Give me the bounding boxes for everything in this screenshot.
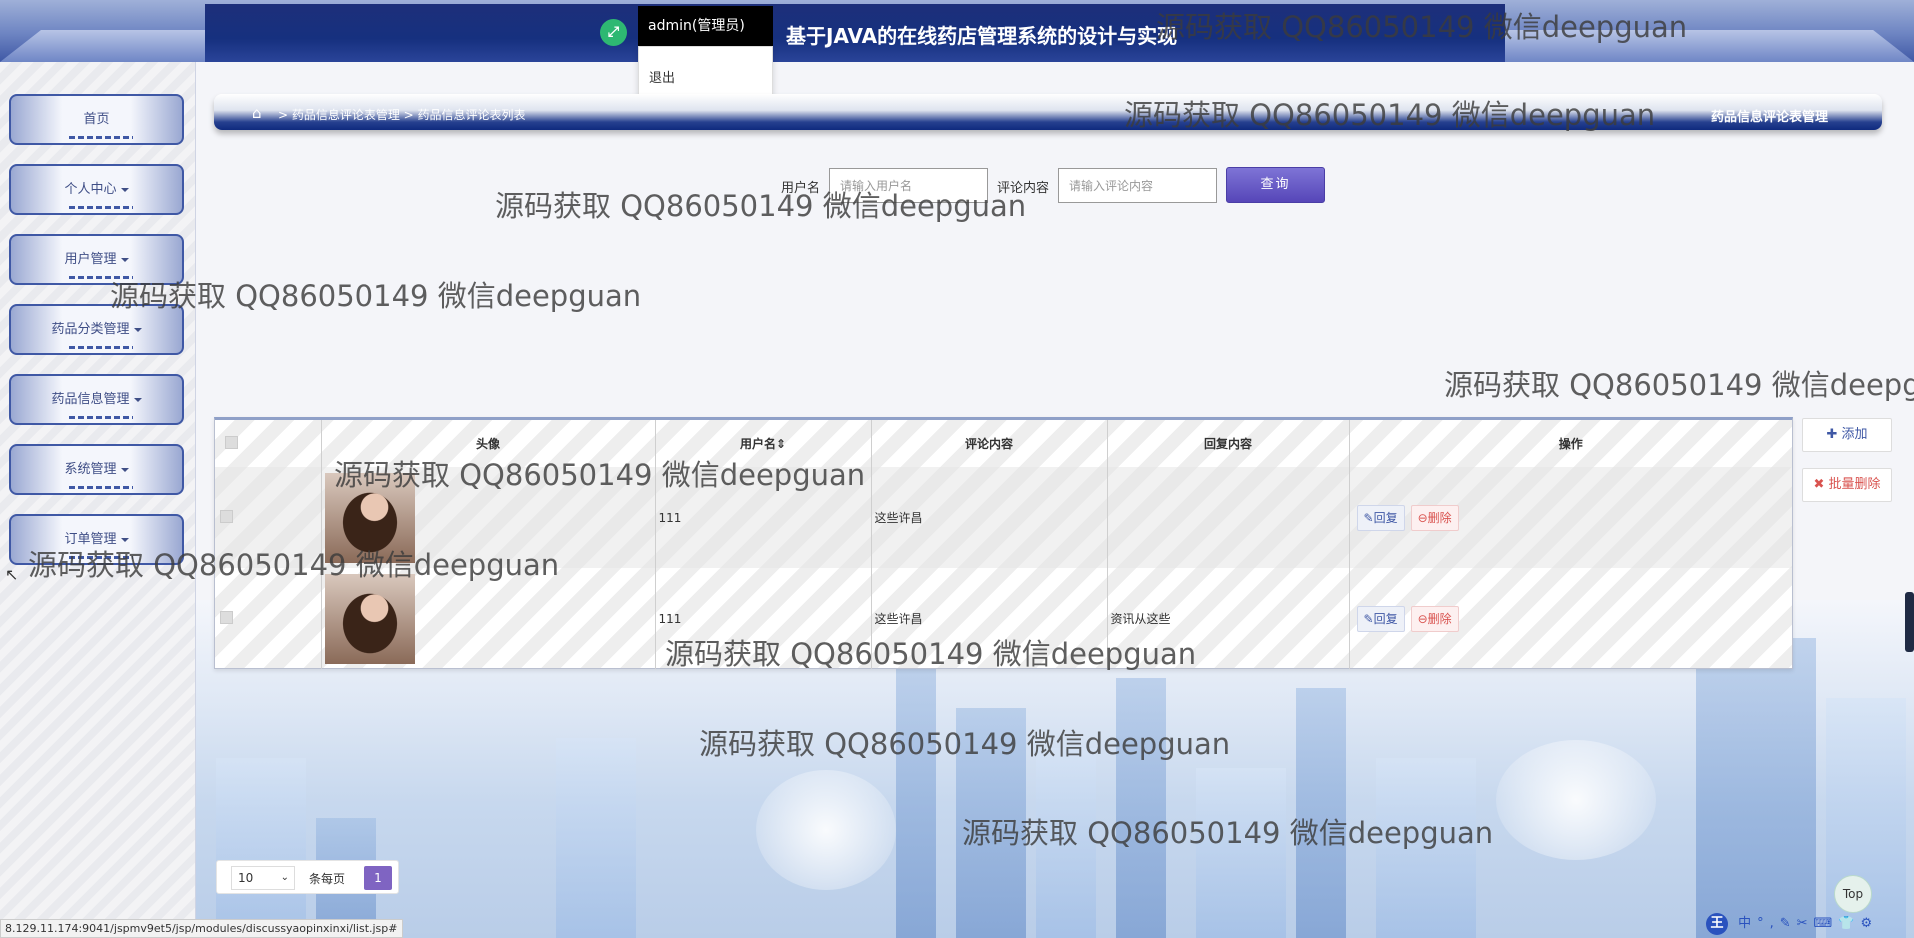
watermark: 源码获取 QQ86050149 微信deepg <box>1444 368 1914 402</box>
reply-cell <box>1107 467 1350 568</box>
column-header-reply: 回复内容 <box>1107 420 1350 467</box>
column-header-username[interactable]: 用户名⇕ <box>655 420 872 467</box>
sidebar-item-label: 用户管理 <box>64 252 117 267</box>
site-title: 基于JAVA的在线药店管理系统的设计与实现 <box>786 24 1178 48</box>
comment-table: 头像 用户名⇕ 评论内容 回复内容 操作 111 这些许昌 ✎回复 ⊖删除 11… <box>214 417 1793 669</box>
sidebar: 首页 个人中心 用户管理 药品分类管理 药品信息管理 系统管理 订单管理 <box>0 62 196 922</box>
table-row: 111 这些许昌 资讯从这些 ✎回复 ⊖删除 <box>215 568 1792 669</box>
minus-circle-icon: ⊖ <box>1417 611 1428 626</box>
sidebar-item-drug-info[interactable]: 药品信息管理 <box>9 374 184 425</box>
reply-button-label: 回复 <box>1373 611 1398 626</box>
per-page-label: 条每页 <box>309 872 346 886</box>
comment-search-input[interactable] <box>1058 168 1217 203</box>
delete-button[interactable]: ⊖删除 <box>1410 605 1459 632</box>
edit-icon: ✎ <box>1363 510 1374 525</box>
sidebar-item-profile[interactable]: 个人中心 <box>9 164 184 215</box>
sidebar-item-label: 系统管理 <box>64 462 117 477</box>
breadcrumb-path: > 药品信息评论表管理 > 药品信息评论表列表 <box>278 108 526 122</box>
sidebar-item-label: 药品分类管理 <box>51 322 130 337</box>
avatar <box>324 573 415 664</box>
sidebar-item-system[interactable]: 系统管理 <box>9 444 184 495</box>
avatar-cell <box>321 467 656 568</box>
page-size-value: 10 <box>238 871 254 885</box>
column-header-comment: 评论内容 <box>871 420 1108 467</box>
caret-down-icon <box>120 467 129 472</box>
sort-icon[interactable]: ⇕ <box>776 437 786 451</box>
username-label: 用户名 <box>781 181 821 196</box>
minus-circle-icon: ⊖ <box>1417 510 1428 525</box>
reply-button[interactable]: ✎回复 <box>1356 504 1405 531</box>
sidebar-item-users[interactable]: 用户管理 <box>9 234 184 285</box>
delete-button-label: 删除 <box>1427 611 1452 626</box>
row-checkbox-cell <box>215 568 322 669</box>
mouse-cursor-icon: ↖ <box>5 565 19 584</box>
table-row: 111 这些许昌 ✎回复 ⊖删除 <box>215 467 1792 568</box>
status-bar-url: 8.129.11.174:9041/jspmv9et5/jsp/modules/… <box>0 919 403 938</box>
page-size-select[interactable]: 10 ⌄ <box>231 866 295 890</box>
sidebar-item-label: 订单管理 <box>64 532 117 547</box>
caret-down-icon <box>133 327 142 332</box>
sidebar-item-home[interactable]: 首页 <box>9 94 184 145</box>
pagination: 10 ⌄ 条每页 1 <box>216 860 399 894</box>
query-button[interactable]: 查询 <box>1226 167 1325 203</box>
caret-down-icon <box>133 397 142 402</box>
sidebar-item-drug-category[interactable]: 药品分类管理 <box>9 304 184 355</box>
sidebar-item-orders[interactable]: 订单管理 <box>9 514 184 565</box>
chevron-down-icon: ⌄ <box>280 872 289 883</box>
caret-down-icon <box>120 537 129 542</box>
scrollbar-handle[interactable] <box>1905 592 1914 652</box>
add-button[interactable]: ✚ 添加 <box>1802 418 1892 452</box>
select-all-cell <box>215 420 322 467</box>
edit-icon: ✎ <box>1363 611 1374 626</box>
comment-cell: 这些许昌 <box>871 568 1108 669</box>
plus-icon: ✚ <box>1826 427 1842 442</box>
reply-button[interactable]: ✎回复 <box>1356 605 1405 632</box>
add-button-label: 添加 <box>1841 427 1868 442</box>
reply-cell: 资讯从这些 <box>1107 568 1350 669</box>
back-to-top-button[interactable]: Top <box>1834 875 1872 913</box>
column-header-operations: 操作 <box>1558 437 1583 451</box>
caret-down-icon <box>120 257 129 262</box>
row-checkbox[interactable] <box>220 509 233 523</box>
sidebar-item-label: 药品信息管理 <box>51 392 130 407</box>
ime-toolbar[interactable]: 王 中°,✎✂⌨👕⚙ <box>1706 912 1912 936</box>
username-cell: 111 <box>655 467 872 568</box>
row-checkbox-cell <box>215 467 322 568</box>
comment-label: 评论内容 <box>997 181 1050 196</box>
reply-button-label: 回复 <box>1373 510 1398 525</box>
column-header-username-label: 用户名 <box>739 437 776 451</box>
row-checkbox[interactable] <box>220 610 233 624</box>
username-cell: 111 <box>655 568 872 669</box>
batch-delete-label: 批量删除 <box>1828 477 1881 492</box>
comment-cell: 这些许昌 <box>871 467 1108 568</box>
home-icon[interactable]: ⌂ <box>252 104 262 122</box>
sidebar-item-label: 个人中心 <box>64 182 117 197</box>
user-menu[interactable]: admin(管理员) <box>638 6 773 46</box>
delete-button-label: 删除 <box>1427 510 1452 525</box>
operations-cell: ✎回复 ⊖删除 <box>1349 467 1792 568</box>
x-icon: ✖ <box>1813 477 1829 492</box>
delete-button[interactable]: ⊖删除 <box>1410 504 1459 531</box>
breadcrumb: ⌂ > 药品信息评论表管理 > 药品信息评论表列表 药品信息评论表管理 <box>214 94 1882 130</box>
username-search-input[interactable] <box>829 168 988 203</box>
column-header-avatar: 头像 <box>321 420 656 467</box>
ime-tools: 中°,✎✂⌨👕⚙ <box>1738 916 1879 931</box>
caret-down-icon <box>120 187 129 192</box>
avatar <box>324 472 415 563</box>
fullscreen-icon[interactable]: ⤢ <box>600 19 627 46</box>
ime-logo-icon: 王 <box>1706 913 1728 935</box>
section-title: 药品信息评论表管理 <box>1710 110 1828 125</box>
batch-delete-button[interactable]: ✖ 批量删除 <box>1802 468 1892 502</box>
table-header-row: 头像 用户名⇕ 评论内容 回复内容 操作 <box>215 420 1792 467</box>
sidebar-item-label: 首页 <box>83 112 110 127</box>
operations-cell: ✎回复 ⊖删除 <box>1349 568 1792 669</box>
logout-item[interactable]: 退出 <box>639 47 772 86</box>
page-number-button[interactable]: 1 <box>364 866 392 890</box>
select-all-checkbox[interactable] <box>225 435 238 449</box>
avatar-cell <box>321 568 656 669</box>
